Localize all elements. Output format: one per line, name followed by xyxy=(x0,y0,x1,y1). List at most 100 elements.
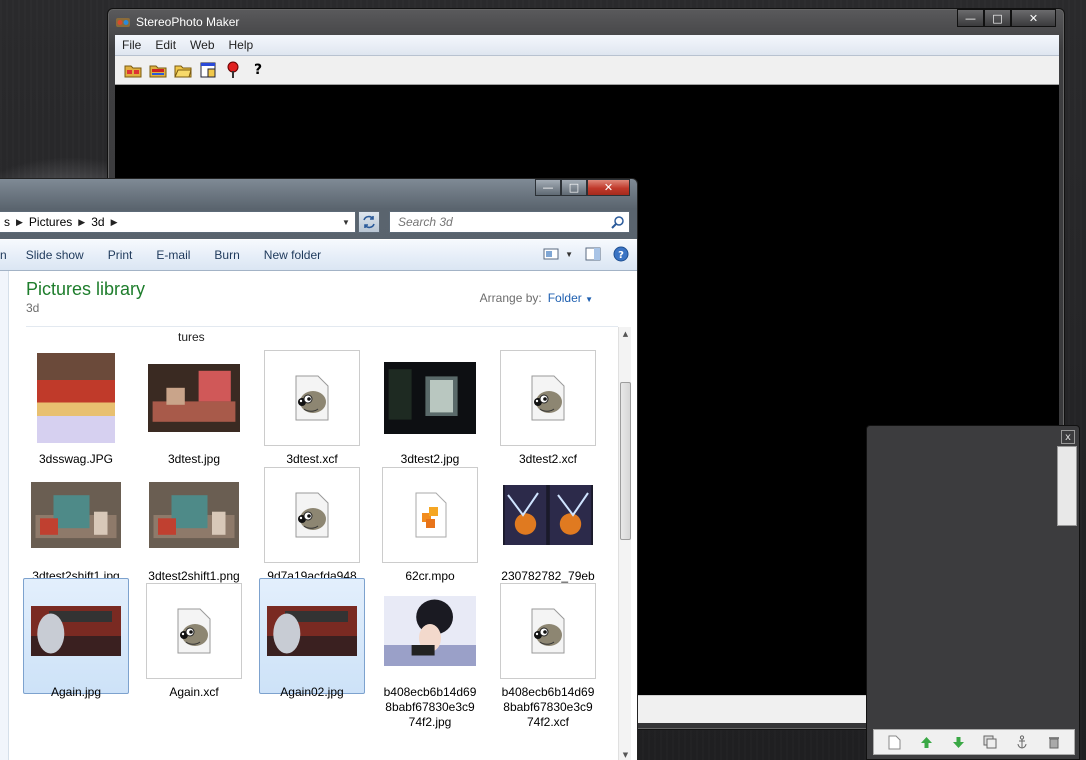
help-icon[interactable]: ? xyxy=(613,246,629,262)
chevron-right-icon[interactable]: ▶ xyxy=(109,217,120,228)
image-thumbnail xyxy=(267,606,357,656)
move-up-arrow-icon[interactable] xyxy=(918,734,934,750)
file-grid: tures 3dsswag.JPG 3dtest.jpg 3dtest.xcf 3dt… xyxy=(10,327,618,760)
file-name: Again02.jpg xyxy=(280,685,344,699)
print-button[interactable]: Print xyxy=(96,248,145,262)
arrange-by-label: Arrange by: xyxy=(479,291,542,305)
anchor-icon[interactable] xyxy=(1014,734,1030,750)
address-bar[interactable]: s ▶ Pictures ▶ 3d ▶ ▼ xyxy=(0,211,356,233)
library-subtitle: 3d xyxy=(26,301,40,315)
file-item[interactable]: 3dsswag.JPG xyxy=(23,345,129,466)
menu-web[interactable]: Web xyxy=(183,35,221,56)
arrange-by-dropdown[interactable]: Folder ▼ xyxy=(548,291,593,305)
file-thumbnail-frame xyxy=(264,467,360,563)
explorer-minimize-button[interactable]: — xyxy=(535,179,561,196)
spm-close-button[interactable]: ✕ xyxy=(1011,9,1056,27)
email-button[interactable]: E-mail xyxy=(144,248,202,262)
move-down-arrow-icon[interactable] xyxy=(950,734,966,750)
image-thumbnail xyxy=(384,596,476,666)
pin-marker-icon[interactable] xyxy=(223,60,243,80)
image-thumbnail xyxy=(384,362,476,434)
slide-show-button[interactable]: Slide show xyxy=(14,248,96,262)
spm-menubar: File Edit Web Help xyxy=(115,35,1059,56)
change-view-icon[interactable] xyxy=(543,247,559,261)
panel-close-button[interactable]: x xyxy=(1061,430,1075,444)
spm-toolbar: ? xyxy=(115,56,1059,85)
file-item[interactable]: Again.jpg xyxy=(23,578,129,699)
file-item[interactable]: 3dtest2shift1.png xyxy=(141,462,247,583)
help-question-icon[interactable]: ? xyxy=(248,60,268,80)
image-thumbnail xyxy=(503,485,593,545)
scroll-thumb[interactable] xyxy=(620,382,631,540)
navigation-pane[interactable] xyxy=(0,271,9,760)
chevron-right-icon[interactable]: ▶ xyxy=(14,217,25,228)
panel-list-strip xyxy=(1057,446,1077,526)
image-thumbnail xyxy=(31,606,121,656)
file-item[interactable]: 62cr.mpo xyxy=(377,462,483,583)
file-item[interactable]: 3dtest2shift1.jpg xyxy=(23,462,129,583)
file-name: b408ecb6b14d698babf67830e3c974f2.xcf xyxy=(501,685,595,729)
spm-window-title: StereoPhoto Maker xyxy=(136,15,240,29)
cmd-partial[interactable]: n xyxy=(0,248,14,262)
chevron-down-icon[interactable]: ▼ xyxy=(585,295,593,304)
refresh-button[interactable] xyxy=(358,211,380,233)
file-item[interactable]: 3dtest.jpg xyxy=(141,345,247,466)
open-stereo-pair-icon[interactable] xyxy=(123,60,143,80)
open-left-right-icon[interactable] xyxy=(148,60,168,80)
menu-file[interactable]: File xyxy=(115,35,148,56)
new-page-icon[interactable] xyxy=(886,734,902,750)
breadcrumb-3d[interactable]: 3d xyxy=(87,215,108,229)
window-layout-icon[interactable] xyxy=(198,60,218,80)
breadcrumb-pictures[interactable]: Pictures xyxy=(25,215,76,229)
file-item[interactable]: Again.xcf xyxy=(141,578,247,699)
stereophoto-app-icon xyxy=(116,18,130,27)
file-item[interactable]: 3dtest.xcf xyxy=(259,345,365,466)
open-folder-icon[interactable] xyxy=(173,60,193,80)
gimp-file-icon xyxy=(531,608,565,654)
spm-minimize-button[interactable]: — xyxy=(957,9,984,27)
file-item[interactable]: Again02.jpg xyxy=(259,578,365,699)
explorer-maximize-button[interactable]: □ xyxy=(561,179,587,196)
explorer-close-button[interactable]: ✕ xyxy=(587,179,630,196)
gimp-file-icon xyxy=(177,608,211,654)
file-item[interactable]: 230782782_79eb76bf6f_o.jpg xyxy=(495,462,601,598)
search-input[interactable] xyxy=(398,215,598,229)
file-item[interactable]: 9d7a19acfda9482ee47d3d5792a41c3cdm.xcf xyxy=(259,462,365,613)
image-thumbnail xyxy=(37,353,115,443)
file-name: b408ecb6b14d698babf67830e3c974f2.jpg xyxy=(383,685,477,729)
file-thumbnail-frame xyxy=(500,583,596,679)
gimp-file-icon xyxy=(531,375,565,421)
mpo-file-icon xyxy=(415,492,447,538)
file-name: Again.xcf xyxy=(169,685,219,699)
gimp-file-icon xyxy=(295,375,329,421)
gimp-file-icon xyxy=(295,492,329,538)
copy-pages-icon[interactable] xyxy=(982,734,998,750)
preview-pane-icon[interactable] xyxy=(585,247,601,261)
menu-help[interactable]: Help xyxy=(222,35,261,56)
search-box[interactable] xyxy=(389,211,630,233)
views-dropdown-icon[interactable]: ▼ xyxy=(565,250,573,259)
image-thumbnail xyxy=(148,364,240,432)
file-item[interactable]: b408ecb6b14d698babf67830e3c974f2.xcf xyxy=(495,578,601,729)
new-folder-button[interactable]: New folder xyxy=(252,248,333,262)
scroll-down-arrow-icon[interactable]: ▼ xyxy=(621,750,630,759)
image-thumbnail xyxy=(31,482,121,548)
arrange-by-value[interactable]: Folder xyxy=(548,291,582,305)
vertical-scrollbar[interactable]: ▲ ▼ xyxy=(618,327,631,760)
file-thumbnail-frame xyxy=(500,350,596,446)
partial-file-label: tures xyxy=(178,330,205,344)
panel-button-bar xyxy=(873,729,1075,755)
file-item[interactable]: 3dtest2.jpg xyxy=(377,345,483,466)
explorer-window: — □ ✕ s ▶ Pictures ▶ 3d ▶ ▼ n Slide show… xyxy=(0,178,638,760)
spm-maximize-button[interactable]: □ xyxy=(984,9,1011,27)
search-icon[interactable] xyxy=(611,215,625,229)
chevron-right-icon[interactable]: ▶ xyxy=(76,217,87,228)
file-item[interactable]: b408ecb6b14d698babf67830e3c974f2.jpg xyxy=(377,578,483,729)
chevron-down-icon[interactable]: ▼ xyxy=(339,215,353,229)
menu-edit[interactable]: Edit xyxy=(148,35,183,56)
file-item[interactable]: 3dtest2.xcf xyxy=(495,345,601,466)
burn-button[interactable]: Burn xyxy=(202,248,251,262)
trash-icon[interactable] xyxy=(1046,734,1062,750)
scroll-up-arrow-icon[interactable]: ▲ xyxy=(621,329,630,338)
file-thumbnail-frame xyxy=(382,467,478,563)
